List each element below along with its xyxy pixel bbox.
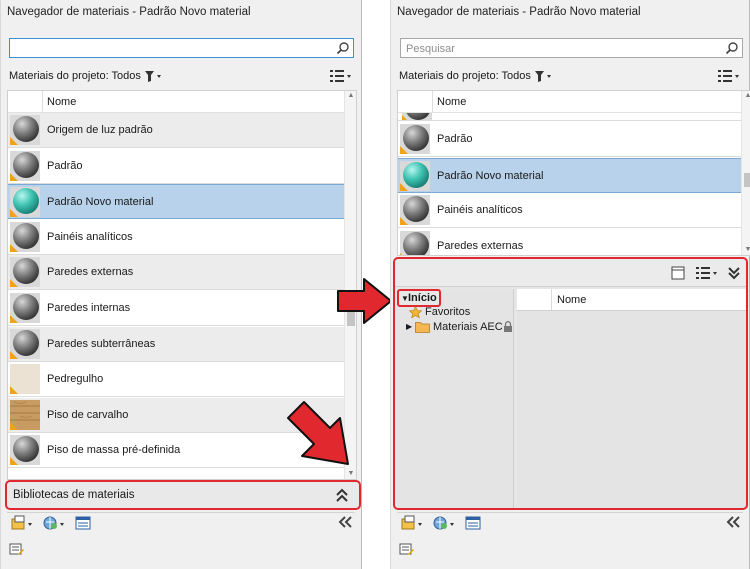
- vertical-scrollbar[interactable]: ▲ ▼: [741, 91, 750, 255]
- scroll-up-arrow[interactable]: ▲: [345, 91, 356, 101]
- material-swatch-icon: [10, 435, 40, 466]
- search-input[interactable]: Pesquisar: [400, 38, 743, 58]
- list-item-partial[interactable]: [398, 113, 741, 121]
- filter-bar: Materiais do projeto: Todos: [7, 66, 355, 88]
- list-item[interactable]: Paredes externas: [398, 229, 741, 255]
- list-item-label: Origem de luz padrão: [47, 124, 153, 136]
- list-item[interactable]: Origem de luz padrão: [8, 113, 344, 148]
- material-swatch-icon: [10, 187, 40, 218]
- material-swatch-icon: [400, 124, 430, 154]
- list-item[interactable]: Paredes subterrâneas: [8, 326, 344, 362]
- list-item-label: Pedregulho: [47, 373, 104, 386]
- material-swatch-icon: [400, 160, 430, 191]
- list-header: Nome: [8, 91, 344, 113]
- scroll-down-arrow[interactable]: ▼: [742, 245, 750, 255]
- material-swatch-icon: [10, 328, 40, 359]
- list-item-label: Piso de massa pré-definida: [47, 444, 181, 457]
- material-swatch-icon: [10, 293, 40, 323]
- column-name[interactable]: Nome: [437, 96, 466, 108]
- window-title: Navegador de materiais - Padrão Novo mat…: [397, 6, 641, 18]
- globe-icon[interactable]: [433, 515, 457, 531]
- list-view-icon[interactable]: [329, 69, 353, 83]
- list-item[interactable]: Padrão: [398, 122, 741, 157]
- list-item-label: Padrão: [47, 159, 83, 172]
- funnel-icon[interactable]: [144, 70, 162, 83]
- list-view-icon[interactable]: [717, 69, 741, 83]
- list-item-label: Padrão Novo material: [437, 169, 544, 182]
- list-item-label: Paredes externas: [437, 239, 524, 252]
- funnel-icon[interactable]: [534, 70, 552, 83]
- double-chevron-up-icon[interactable]: [335, 487, 349, 503]
- filter-bar: Materiais do projeto: Todos: [397, 66, 743, 88]
- search-icon[interactable]: [336, 41, 350, 55]
- material-swatch-icon: [10, 150, 40, 181]
- scroll-thumb[interactable]: [744, 173, 750, 187]
- list-item-label: Paredes subterrâneas: [47, 337, 156, 350]
- list-item-label: Padrão: [437, 133, 473, 145]
- material-editor-icon[interactable]: [465, 515, 481, 531]
- list-item[interactable]: Padrão Novo material: [8, 184, 344, 220]
- material-list: Nome Padrão Padrão Novo material Painéis a…: [397, 90, 750, 256]
- material-swatch-icon: [10, 115, 40, 145]
- list-item-label: Painéis analíticos: [47, 230, 133, 243]
- material-swatch-icon: [10, 221, 40, 252]
- globe-icon[interactable]: [43, 515, 67, 531]
- material-swatch-icon: [10, 399, 40, 430]
- material-browser-left: Navegador de materiais - Padrão Novo mat…: [0, 0, 362, 569]
- list-item-label: Padrão Novo material: [47, 196, 154, 209]
- material-editor-icon[interactable]: [75, 515, 91, 531]
- list-item[interactable]: Paredes internas: [8, 291, 344, 326]
- search-input[interactable]: [9, 38, 354, 58]
- status-icon[interactable]: [9, 541, 25, 557]
- list-item[interactable]: Padrão: [8, 149, 344, 184]
- scroll-up-arrow[interactable]: ▲: [742, 91, 750, 101]
- list-item-label: Painéis analíticos: [437, 204, 523, 217]
- search-icon[interactable]: [725, 41, 739, 55]
- new-material-icon[interactable]: [11, 515, 35, 531]
- list-item-label: Paredes externas: [47, 266, 134, 279]
- highlight-frame: [393, 257, 748, 510]
- collapse-left-icon[interactable]: [337, 516, 353, 528]
- search-placeholder: Pesquisar: [406, 43, 455, 55]
- new-material-icon[interactable]: [401, 515, 425, 531]
- list-item[interactable]: Painéis analíticos: [8, 220, 344, 255]
- column-name[interactable]: Nome: [47, 96, 76, 108]
- project-materials-label: Materiais do projeto: Todos: [9, 70, 141, 82]
- list-item[interactable]: Painéis analíticos: [398, 193, 741, 229]
- project-materials-label: Materiais do projeto: Todos: [399, 70, 531, 82]
- bottom-toolbar: [397, 512, 743, 532]
- list-item-label: Paredes internas: [47, 302, 131, 314]
- bottom-toolbar: [7, 512, 355, 532]
- material-swatch-icon: [400, 230, 430, 255]
- list-item[interactable]: Padrão Novo material: [398, 157, 741, 193]
- list-item[interactable]: Paredes externas: [8, 255, 344, 291]
- material-swatch-icon: [10, 364, 40, 395]
- list-item-label: Piso de carvalho: [47, 408, 129, 421]
- material-swatch-icon: [402, 113, 432, 120]
- red-arrow-right: [337, 278, 392, 324]
- status-icon[interactable]: [399, 541, 415, 557]
- material-swatch-icon: [10, 257, 40, 288]
- collapse-left-icon[interactable]: [725, 516, 741, 528]
- window-title: Navegador de materiais - Padrão Novo mat…: [7, 6, 251, 18]
- material-libraries-bar[interactable]: Bibliotecas de materiais: [5, 480, 361, 510]
- red-arrow-down-right: [287, 401, 349, 465]
- material-swatch-icon: [400, 195, 430, 226]
- list-header: Nome: [398, 91, 741, 113]
- material-libraries-label: Bibliotecas de materiais: [13, 489, 135, 501]
